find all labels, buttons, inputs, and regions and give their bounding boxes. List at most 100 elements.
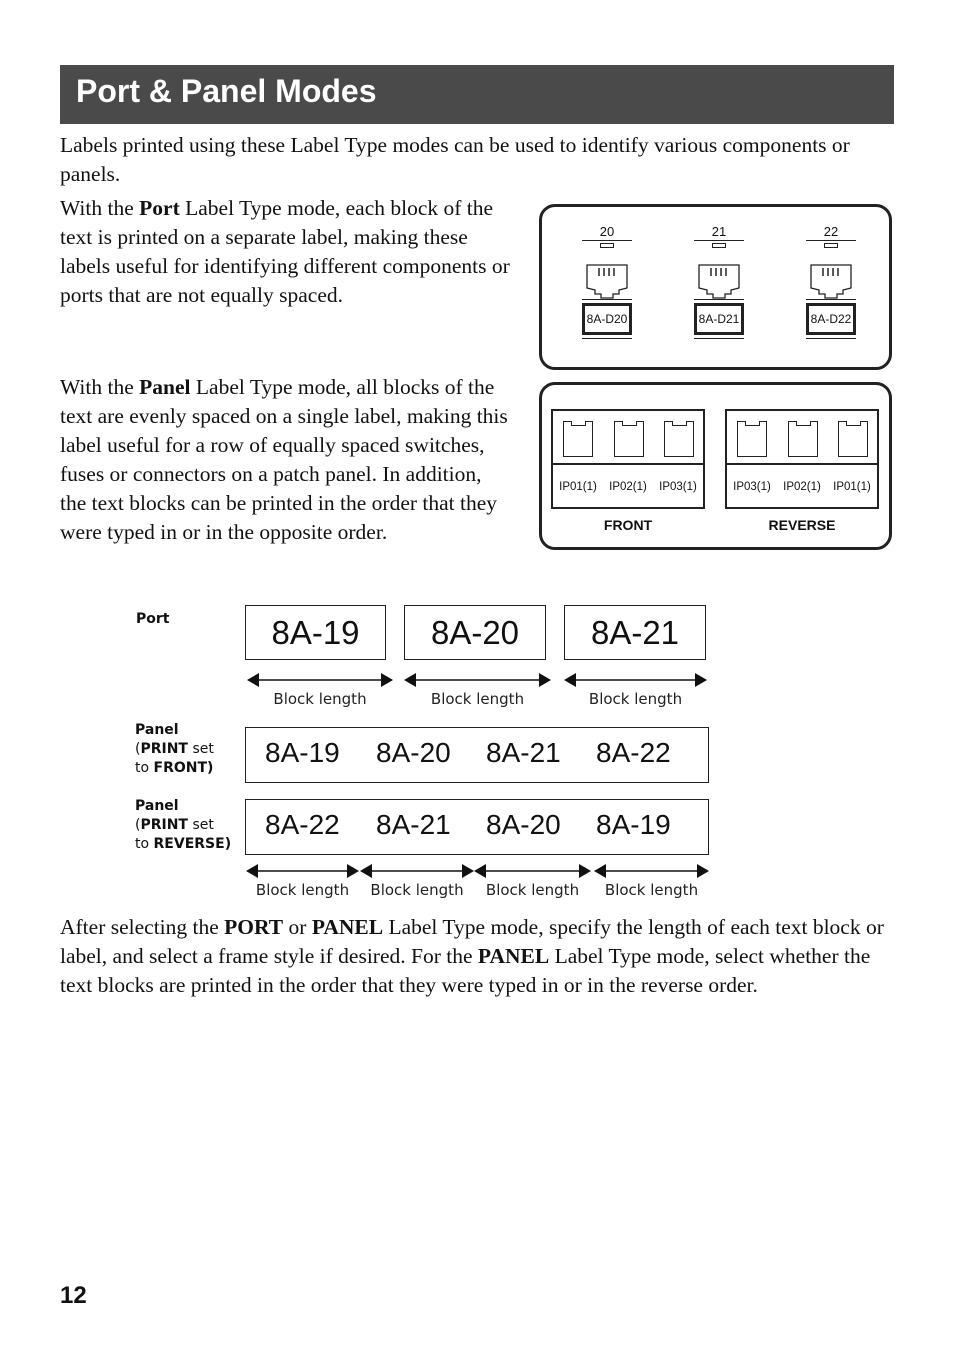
port-label-block: 8A-21 — [564, 605, 706, 660]
divider — [694, 299, 744, 300]
port-label: 8A-D22 — [806, 303, 856, 335]
port-label-block: 8A-19 — [245, 605, 386, 660]
reverse-ip-label: IP01(1) — [833, 481, 871, 493]
panel-word: Panel — [135, 798, 179, 814]
reverse-panel: IP03(1) IP02(1) IP01(1) — [725, 409, 879, 509]
panel-reverse-row-label: Panel (PRINT set to REVERSE) — [135, 798, 232, 852]
divider — [694, 338, 744, 339]
front-jack-row — [553, 411, 703, 465]
divider — [806, 338, 856, 339]
reverse-ip-label: IP02(1) — [783, 481, 821, 493]
port-number: 20 — [599, 224, 615, 239]
port-paragraph: With the Port Label Type mode, each bloc… — [60, 194, 522, 310]
panel-word: Panel — [135, 722, 179, 738]
block-text: 8A-22 — [596, 737, 671, 768]
block-text: 8A-20 — [430, 613, 520, 651]
front-ip-label: IP03(1) — [659, 481, 697, 493]
port-paragraph-bold: Port — [139, 196, 180, 220]
closing-bold: PANEL — [477, 944, 550, 968]
indicator-icon — [600, 243, 614, 248]
port-unit: 21 8A-D21 — [691, 207, 747, 367]
double-arrow-icon — [404, 673, 551, 687]
to-word: to — [135, 836, 154, 852]
jack-icon — [788, 420, 818, 457]
block-text: 8A-21 — [486, 737, 561, 768]
port-illustration: 20 8A-D20 21 8A-D21 22 8A-D22 — [539, 204, 892, 370]
block-text: 8A-21 — [590, 613, 680, 651]
port-jack-icon — [698, 264, 740, 299]
port-number: 21 — [711, 224, 727, 239]
panel-paragraph-bold: Panel — [139, 375, 191, 399]
panel-paragraph: With the Panel Label Type mode, all bloc… — [60, 373, 512, 547]
port-unit: 20 8A-D20 — [579, 207, 635, 367]
mode-word: FRONT — [153, 760, 208, 776]
closing-paragraph: After selecting the PORT or PANEL Label … — [60, 913, 900, 1000]
mode-word: REVERSE — [153, 836, 225, 852]
port-jack-icon — [586, 264, 628, 299]
reverse-caption: REVERSE — [768, 517, 836, 533]
set-word: set — [188, 817, 214, 833]
divider — [694, 240, 744, 241]
front-caption: FRONT — [603, 517, 653, 533]
divider — [806, 240, 856, 241]
divider — [806, 299, 856, 300]
indicator-icon — [712, 243, 726, 248]
front-ip-label: IP01(1) — [559, 481, 597, 493]
port-paragraph-pre: With the — [60, 196, 140, 220]
indicator-icon — [824, 243, 838, 248]
block-length-label: Block length — [430, 690, 525, 708]
reverse-jack-row — [727, 411, 877, 465]
close-paren: ) — [224, 836, 232, 852]
print-word: PRINT — [140, 817, 188, 833]
block-text: 8A-19 — [596, 809, 671, 840]
page-title: Port & Panel Modes — [76, 73, 377, 109]
port-label: 8A-D21 — [694, 303, 744, 335]
jack-icon — [563, 420, 593, 457]
port-jack-icon — [810, 264, 852, 299]
reverse-label-strip: IP03(1) IP02(1) IP01(1) — [727, 467, 877, 507]
port-label-block: 8A-20 — [404, 605, 546, 660]
print-word: PRINT — [140, 741, 188, 757]
double-arrow-icon — [594, 864, 709, 878]
block-text: 8A-19 — [265, 737, 340, 768]
divider — [582, 240, 632, 241]
jack-icon — [614, 420, 644, 457]
double-arrow-icon — [247, 673, 393, 687]
port-label: 8A-D20 — [582, 303, 632, 335]
intro-paragraph: Labels printed using these Label Type mo… — [60, 133, 850, 186]
block-length-label: Block length — [588, 690, 683, 708]
divider — [582, 299, 632, 300]
jack-icon — [838, 420, 868, 457]
block-text: 8A-20 — [486, 809, 561, 840]
block-text: 8A-21 — [376, 809, 451, 840]
panel-paragraph-post: Label Type mode, all blocks of the text … — [60, 375, 508, 544]
block-length-label: Block length — [604, 881, 699, 899]
port-unit: 22 8A-D22 — [803, 207, 859, 367]
block-text: 8A-22 — [265, 809, 340, 840]
double-arrow-icon — [474, 864, 591, 878]
panel-paragraph-pre: With the — [60, 375, 140, 399]
panel-front-label: 8A-19 8A-20 8A-21 8A-22 — [245, 727, 709, 783]
close-paren: ) — [207, 760, 214, 776]
panel-reverse-label: 8A-22 8A-21 8A-20 8A-19 — [245, 799, 709, 855]
page-number: 12 — [60, 1282, 87, 1309]
jack-icon — [664, 420, 694, 457]
set-word: set — [188, 741, 214, 757]
front-label-strip: IP01(1) IP02(1) IP03(1) — [553, 467, 703, 507]
double-arrow-icon — [246, 864, 359, 878]
block-text: 8A-20 — [376, 737, 451, 768]
jack-icon — [737, 420, 767, 457]
panel-front-row-label: Panel (PRINT set to FRONT) — [135, 722, 214, 776]
closing-text: After selecting the — [60, 915, 225, 939]
panel-illustration: IP01(1) IP02(1) IP03(1) FRONT IP03(1) IP… — [539, 382, 892, 550]
port-number: 22 — [823, 224, 839, 239]
double-arrow-icon — [564, 673, 707, 687]
block-length-label: Block length — [485, 881, 580, 899]
closing-bold: PANEL — [311, 915, 384, 939]
block-length-label: Block length — [273, 690, 367, 708]
closing-bold: PORT — [224, 915, 284, 939]
closing-text: or — [283, 915, 312, 939]
block-length-label: Block length — [370, 881, 464, 899]
block-length-label: Block length — [255, 881, 350, 899]
section-header: Port & Panel Modes — [60, 65, 894, 124]
